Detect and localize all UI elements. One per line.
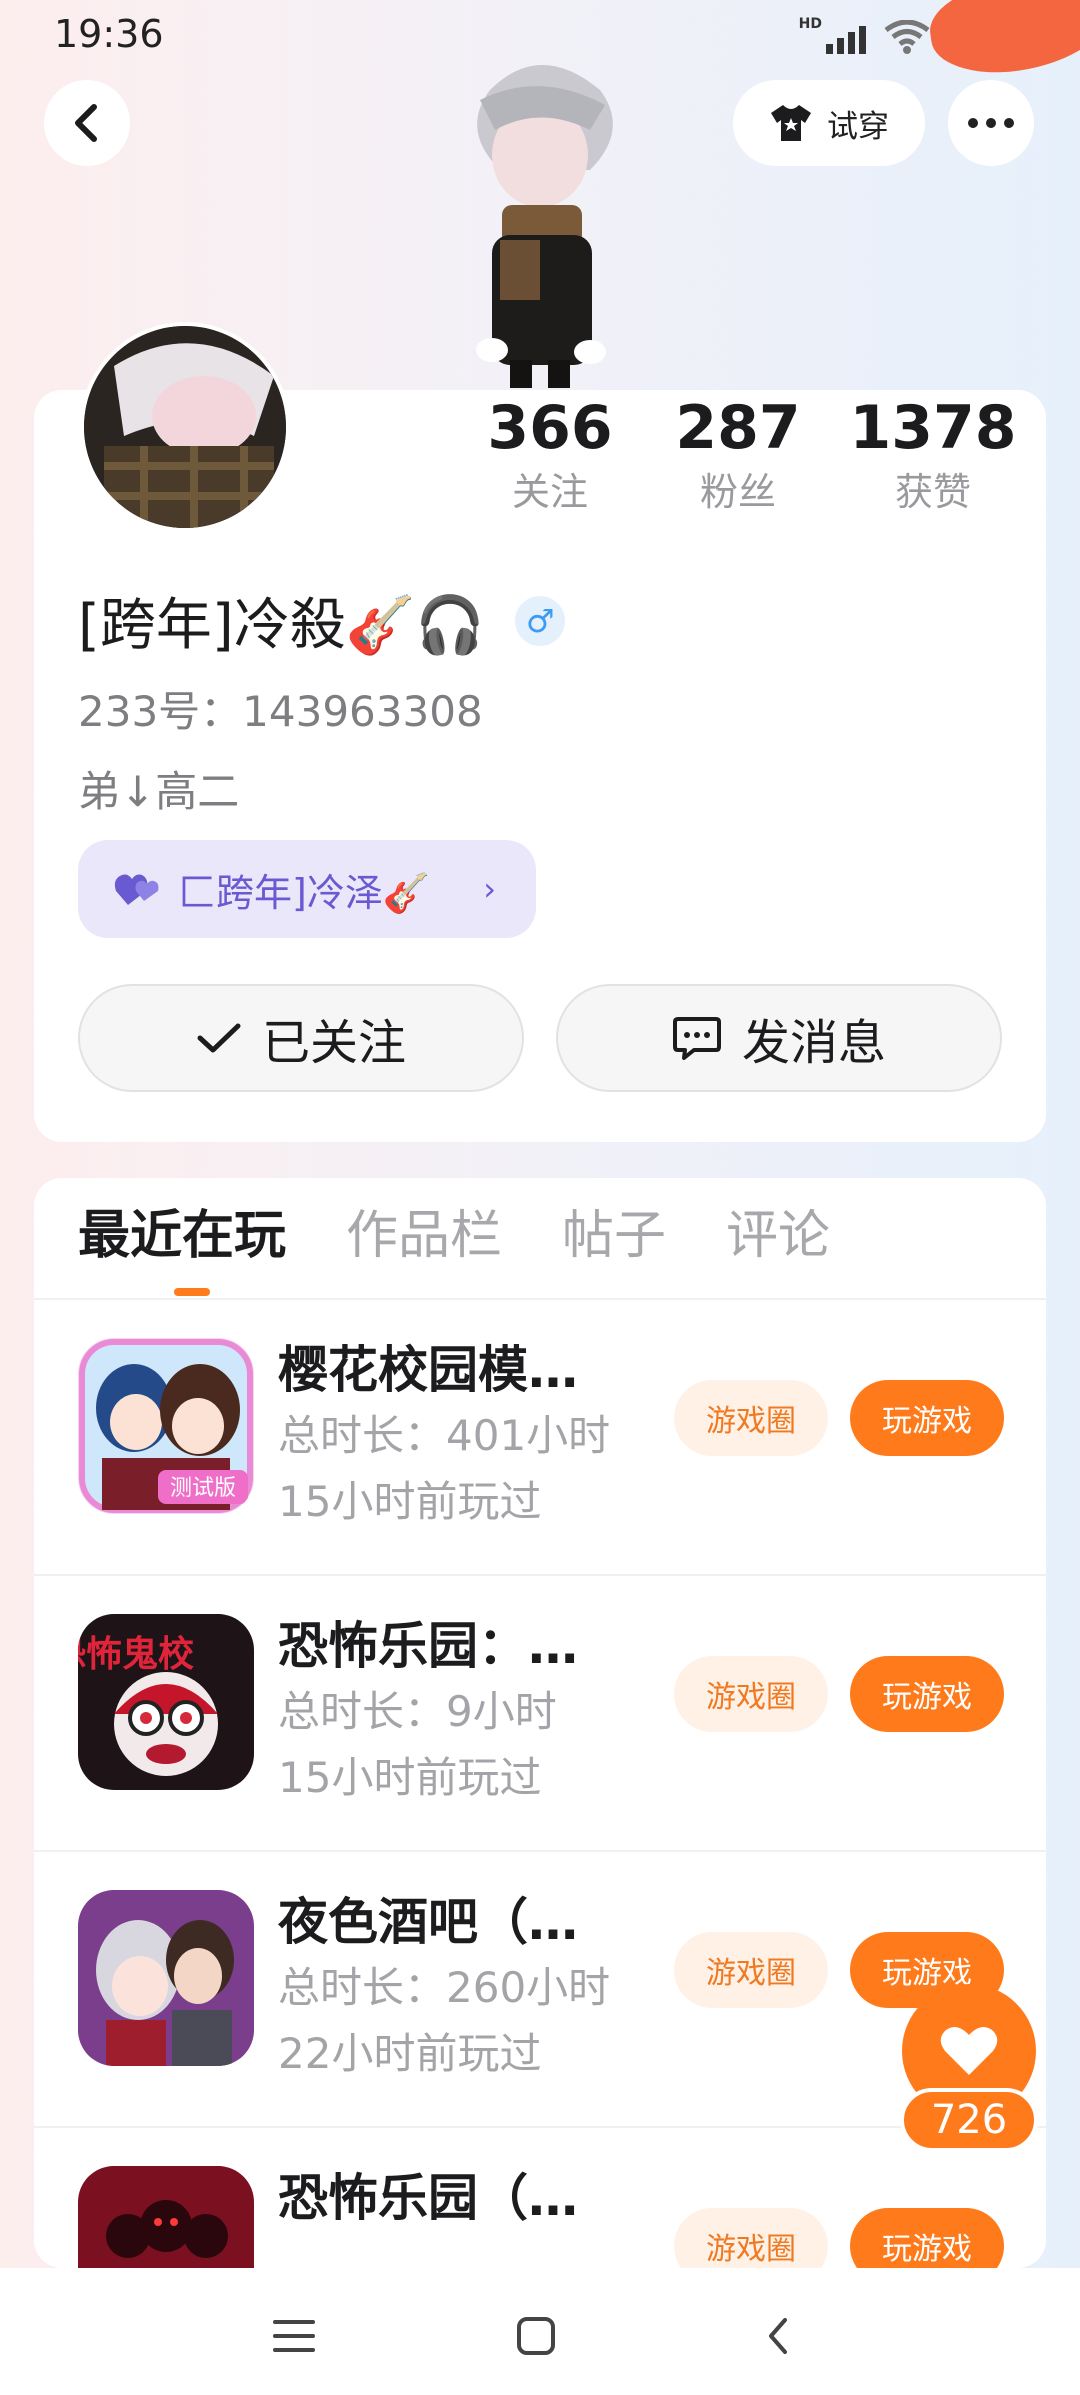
hd-indicator: HD [798, 16, 822, 32]
list-item[interactable]: 夜色酒吧（… 总时长：260小时 22小时前玩过 游戏圈 玩游戏 [34, 1852, 1046, 2128]
tshirt-icon [771, 105, 811, 141]
user-id[interactable]: 233号：143963308 [78, 678, 483, 739]
icon-badge-text: 测试版 [170, 1476, 236, 1501]
chat-icon [672, 1017, 721, 1060]
stat-value: 287 [675, 393, 801, 463]
game-icon: 测试版 [78, 1338, 254, 1514]
nav-back-icon [769, 2318, 787, 2354]
double-heart-icon [114, 874, 159, 905]
wifi-icon [884, 20, 930, 54]
stat-label: 获赞 [894, 470, 971, 514]
heart-icon [940, 2026, 998, 2075]
list-item[interactable]: 恐怖鬼校 恐怖乐园：… 总时长：9小时 15小时前玩过 游戏圈 玩游戏 [34, 1576, 1046, 1852]
home-icon [517, 2317, 555, 2355]
game-play-duration: 总时长：9小时 [278, 1687, 557, 1736]
home-button[interactable] [506, 2306, 566, 2366]
cp-name: 匚跨年]冷泽🎸 [178, 870, 431, 915]
game-icon: 恐怖鬼校 [78, 1614, 254, 1790]
list-item[interactable]: 测试版 樱花校园模… 总时长：401小时 15小时前玩过 游戏圈 玩游戏 [34, 1300, 1046, 1576]
following-button[interactable]: 已关注 [78, 984, 524, 1092]
tab-posts[interactable]: 帖子 [562, 1196, 666, 1276]
stat-likes[interactable]: 1378 获赞 [843, 392, 1023, 520]
like-float-button[interactable]: 726 [900, 1984, 1040, 2154]
list-item[interactable]: 恐怖乐园（… 游戏圈 玩游戏 [34, 2128, 1046, 2268]
more-icon [968, 118, 1014, 128]
stat-following[interactable]: 366 关注 [460, 392, 640, 520]
back-button[interactable] [44, 80, 130, 166]
like-count: 726 [900, 2088, 1038, 2152]
red-scribble-mark [924, 0, 1080, 83]
game-play-duration: 总时长：260小时 [278, 1963, 611, 2012]
play-game-button[interactable]: 玩游戏 [850, 2208, 1004, 2268]
status-icons: HD [799, 16, 930, 54]
tab-works[interactable]: 作品栏 [346, 1196, 502, 1276]
avatar-image [84, 326, 286, 528]
stat-value: 1378 [849, 393, 1017, 463]
tab-bar: 最近在玩 作品栏 帖子 评论 [78, 1196, 830, 1276]
send-message-button[interactable]: 发消息 [556, 984, 1002, 1092]
more-button[interactable] [948, 80, 1034, 166]
game-last-played: 22小时前玩过 [278, 2029, 542, 2078]
menu-icon [273, 2320, 315, 2352]
avatar-figure [476, 65, 613, 388]
menu-button[interactable] [264, 2306, 324, 2366]
avatar[interactable] [80, 322, 290, 532]
male-gender-icon: ♂ [515, 595, 566, 646]
chevron-right-icon: › [483, 870, 496, 908]
game-title: 夜色酒吧（… [278, 1893, 578, 1951]
check-icon [197, 1023, 241, 1053]
tab-comments[interactable]: 评论 [726, 1196, 830, 1276]
stat-value: 366 [487, 393, 613, 463]
system-nav-bar [0, 2268, 1080, 2395]
status-time: 19:36 [54, 12, 164, 56]
nickname: [跨年]冷殺🎸🎧 [78, 593, 486, 658]
game-title: 恐怖乐园：… [278, 1617, 578, 1675]
stat-label: 关注 [511, 470, 588, 514]
play-game-button[interactable]: 玩游戏 [850, 1380, 1004, 1456]
game-circle-button[interactable]: 游戏圈 [674, 2208, 828, 2268]
stat-followers[interactable]: 287 粉丝 [648, 392, 828, 520]
following-label: 已关注 [261, 1015, 406, 1071]
nickname-row: [跨年]冷殺🎸🎧 ♂ [78, 580, 566, 661]
signal-icon [826, 22, 866, 54]
bio: 弟↓高二 [78, 767, 240, 816]
active-tab-indicator [174, 1288, 210, 1296]
stat-label: 粉丝 [699, 470, 776, 514]
nav-back-button[interactable] [748, 2306, 808, 2366]
game-circle-button[interactable]: 游戏圈 [674, 1932, 828, 2008]
game-circle-button[interactable]: 游戏圈 [674, 1380, 828, 1456]
game-circle-button[interactable]: 游戏圈 [674, 1656, 828, 1732]
game-title: 恐怖乐园（… [278, 2169, 578, 2227]
game-play-duration: 总时长：401小时 [278, 1411, 611, 1460]
game-last-played: 15小时前玩过 [278, 1477, 542, 1526]
tab-recently-played[interactable]: 最近在玩 [78, 1196, 286, 1276]
send-message-label: 发消息 [741, 1015, 886, 1071]
game-title: 樱花校园模… [278, 1341, 578, 1399]
play-game-button[interactable]: 玩游戏 [850, 1656, 1004, 1732]
back-icon [75, 104, 97, 142]
try-on-button[interactable]: 试穿 [733, 80, 925, 166]
game-icon [78, 2166, 254, 2268]
icon-badge-text: 恐怖鬼校 [78, 1634, 194, 1675]
game-last-played: 15小时前玩过 [278, 1753, 542, 1802]
cp-relationship-chip[interactable]: 匚跨年]冷泽🎸 › [78, 840, 536, 938]
try-on-label: 试穿 [827, 108, 889, 145]
game-icon [78, 1890, 254, 2066]
